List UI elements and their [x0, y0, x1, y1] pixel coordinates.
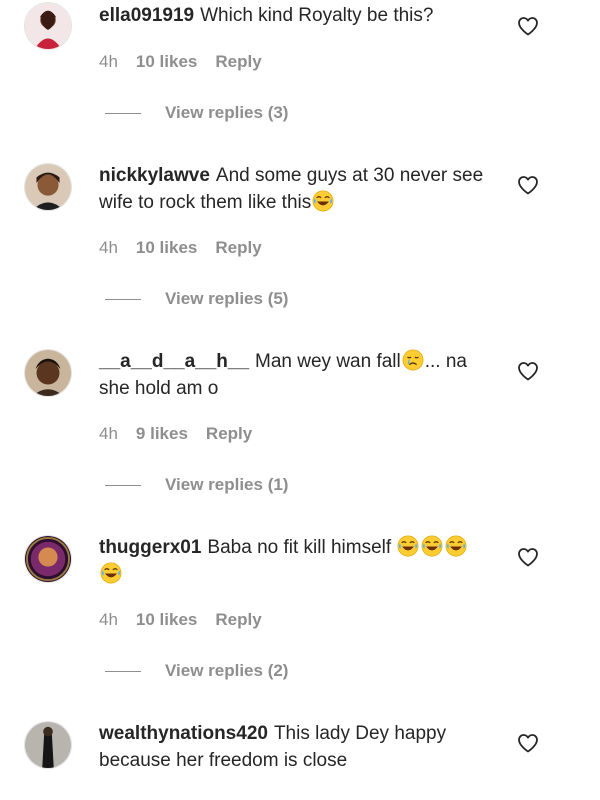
comment-time: 4h: [99, 52, 118, 71]
heart-icon[interactable]: [516, 14, 540, 38]
avatar[interactable]: [24, 721, 72, 769]
heart-icon[interactable]: [516, 173, 540, 197]
avatar[interactable]: [24, 349, 72, 397]
comment-text: thuggerx01 Baba no fit kill himself: [99, 534, 489, 588]
comment-time: 4h: [99, 238, 118, 257]
comment-meta: 4h 9 likes Reply: [99, 424, 252, 444]
avatar[interactable]: [24, 2, 72, 50]
laughing-emoji-icon: [100, 562, 122, 584]
comment-username[interactable]: ella091919: [99, 5, 194, 26]
view-replies-label: View replies (5): [165, 289, 289, 308]
replies-divider: [105, 112, 141, 114]
comment-username[interactable]: __a__d__a__h__: [99, 351, 249, 372]
comment-time: 4h: [99, 424, 118, 443]
view-replies-label: View replies (3): [165, 103, 289, 122]
reply-button[interactable]: Reply: [215, 52, 261, 72]
comment-body: Baba no fit kill himself: [207, 537, 392, 558]
replies-divider: [105, 298, 141, 300]
comment-time: 4h: [99, 610, 118, 629]
view-replies-button[interactable]: View replies (5): [105, 289, 288, 309]
comment-username[interactable]: thuggerx01: [99, 537, 201, 558]
view-replies-label: View replies (2): [165, 661, 289, 680]
crying-emoji-icon: [402, 349, 424, 371]
comment-likes[interactable]: 9 likes: [136, 424, 188, 444]
comment-text: ella091919 Which kind Royalty be this?: [99, 2, 489, 29]
heart-icon[interactable]: [516, 359, 540, 383]
comment-meta: 4h 10 likes Reply: [99, 52, 262, 72]
reply-button[interactable]: Reply: [206, 424, 252, 444]
avatar[interactable]: [24, 535, 72, 583]
view-replies-button[interactable]: View replies (2): [105, 661, 288, 681]
comment-text: nickkylawve And some guys at 30 never see…: [99, 162, 489, 216]
comment-text: __a__d__a__h__ Man wey wan fall... na she…: [99, 348, 489, 402]
comment-likes[interactable]: 10 likes: [136, 52, 197, 72]
laughing-emoji-icon: [421, 535, 443, 557]
view-replies-label: View replies (1): [165, 475, 289, 494]
replies-divider: [105, 484, 141, 486]
comment-text: wealthynations420 This lady Dey happy bec…: [99, 720, 489, 774]
reply-button[interactable]: Reply: [215, 610, 261, 630]
heart-icon[interactable]: [516, 545, 540, 569]
view-replies-button[interactable]: View replies (3): [105, 103, 288, 123]
avatar[interactable]: [24, 163, 72, 211]
view-replies-button[interactable]: View replies (1): [105, 475, 288, 495]
laughing-emoji-icon: [312, 190, 334, 212]
comment-username[interactable]: wealthynations420: [99, 723, 268, 744]
comment-body: Man wey wan fall: [255, 351, 401, 372]
heart-icon[interactable]: [516, 731, 540, 755]
comment-meta: 4h 10 likes Reply: [99, 610, 262, 630]
comment-likes[interactable]: 10 likes: [136, 238, 197, 258]
comment-username[interactable]: nickkylawve: [99, 165, 210, 186]
comment-body: Which kind Royalty be this?: [200, 5, 434, 26]
comment-likes[interactable]: 10 likes: [136, 610, 197, 630]
comment-meta: 4h 10 likes Reply: [99, 238, 262, 258]
replies-divider: [105, 670, 141, 672]
laughing-emoji-icon: [445, 535, 467, 557]
reply-button[interactable]: Reply: [215, 238, 261, 258]
laughing-emoji-icon: [397, 535, 419, 557]
